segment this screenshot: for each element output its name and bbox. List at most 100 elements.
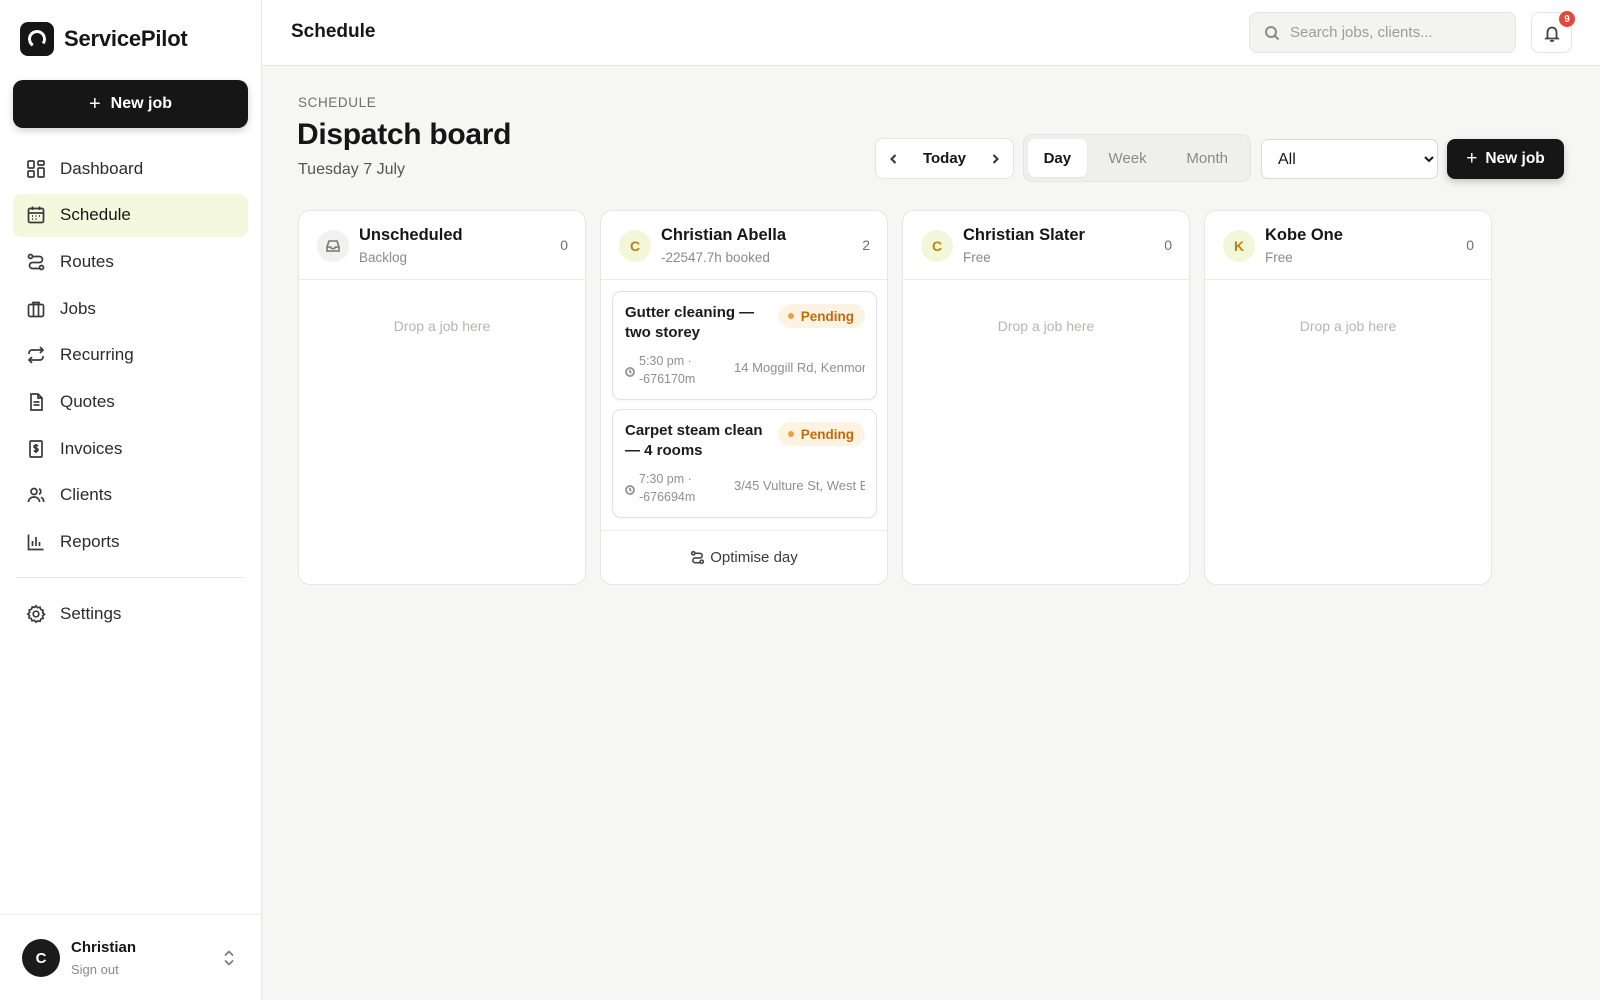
inbox-icon bbox=[317, 230, 349, 262]
topbar-title: Schedule bbox=[291, 21, 376, 42]
user-menu[interactable]: C Christian Sign out bbox=[0, 914, 261, 1000]
new-job-button[interactable]: + New job bbox=[1447, 139, 1564, 179]
column-subtitle: Free bbox=[963, 250, 991, 265]
avatar: C bbox=[22, 939, 60, 977]
sidebar-item-reports[interactable]: Reports bbox=[13, 521, 248, 564]
new-job-label: New job bbox=[1485, 150, 1545, 167]
page-date: Tuesday 7 July bbox=[298, 161, 406, 178]
status-label: Pending bbox=[800, 308, 854, 324]
optimise-day-button[interactable]: Optimise day bbox=[601, 530, 887, 584]
clock-icon bbox=[625, 482, 635, 495]
column-christian-abella: C Christian Abella -22547.7h booked 2 Gu… bbox=[600, 210, 888, 585]
sidebar-item-routes[interactable]: Routes bbox=[13, 240, 248, 283]
date-navigator: Today bbox=[875, 138, 1014, 179]
job-address: 3/45 Vulture St, West End bbox=[734, 478, 865, 493]
notifications-button[interactable]: 9 bbox=[1531, 11, 1575, 53]
plus-icon: + bbox=[1466, 148, 1478, 169]
sidebar-item-dashboard[interactable]: Dashboard bbox=[13, 147, 248, 190]
today-button[interactable]: Today bbox=[923, 150, 966, 167]
calendar-icon bbox=[25, 204, 47, 226]
chevron-right-icon bbox=[992, 153, 999, 164]
bell-icon bbox=[1543, 26, 1560, 42]
sidebar-item-label: Dashboard bbox=[60, 158, 144, 178]
routes-icon bbox=[691, 550, 705, 565]
chart-icon bbox=[25, 531, 47, 553]
chevron-up-down-icon bbox=[224, 950, 234, 966]
clock-icon bbox=[625, 364, 635, 377]
search-input[interactable] bbox=[1290, 24, 1490, 41]
sidebar-item-jobs[interactable]: Jobs bbox=[13, 287, 248, 330]
sidebar-item-label: Quotes bbox=[60, 391, 115, 411]
column-count: 2 bbox=[862, 237, 870, 253]
column-header: C Christian Slater Free 0 bbox=[903, 211, 1189, 280]
dashboard-icon bbox=[25, 158, 47, 180]
notification-count-badge: 9 bbox=[1559, 11, 1575, 27]
column-subtitle: -22547.7h booked bbox=[661, 250, 770, 265]
tab-month[interactable]: Month bbox=[1168, 139, 1246, 177]
settings-nav: Settings bbox=[13, 592, 248, 639]
job-time: 5:30 pm · -676170m bbox=[639, 354, 696, 386]
avatar: C bbox=[619, 230, 651, 262]
status-badge: Pending bbox=[777, 304, 865, 328]
column-title: Christian Abella bbox=[661, 226, 786, 244]
sidebar-item-schedule[interactable]: Schedule bbox=[13, 193, 248, 237]
sidebar-item-clients[interactable]: Clients bbox=[13, 474, 248, 517]
technician-filter-select[interactable]: All bbox=[1261, 139, 1438, 179]
column-christian-slater: C Christian Slater Free 0 Drop a job her… bbox=[902, 210, 1190, 585]
column-title: Kobe One bbox=[1265, 226, 1343, 244]
job-address: 14 Moggill Rd, Kenmore bbox=[734, 360, 865, 375]
page-eyebrow: SCHEDULE bbox=[298, 95, 377, 110]
column-header: Unscheduled Backlog 0 bbox=[299, 211, 585, 280]
document-icon bbox=[25, 391, 47, 413]
sidebar-item-recurring[interactable]: Recurring bbox=[13, 334, 248, 377]
status-dot-icon bbox=[787, 313, 794, 319]
column-header: K Kobe One Free 0 bbox=[1205, 211, 1491, 280]
sign-out-link[interactable]: Sign out bbox=[71, 962, 119, 977]
sidebar-item-settings[interactable]: Settings bbox=[13, 592, 248, 635]
repeat-icon bbox=[25, 344, 47, 366]
job-title: Carpet steam clean — 4 rooms bbox=[625, 422, 763, 459]
column-kobe-one: K Kobe One Free 0 Drop a job here bbox=[1204, 210, 1492, 585]
new-job-label: New job bbox=[110, 95, 173, 112]
column-subtitle: Free bbox=[1265, 250, 1293, 265]
sidebar-item-label: Jobs bbox=[60, 298, 96, 318]
chevron-left-icon bbox=[890, 153, 897, 164]
column-count: 0 bbox=[1164, 237, 1172, 253]
sidebar-item-label: Reports bbox=[60, 532, 120, 551]
job-time: 7:30 pm · -676694m bbox=[639, 472, 696, 504]
job-card[interactable]: Carpet steam clean — 4 rooms Pending 7:3… bbox=[612, 409, 877, 518]
job-title: Gutter cleaning — two storey bbox=[625, 304, 755, 341]
sidebar-item-label: Routes bbox=[60, 251, 114, 271]
gear-icon bbox=[25, 603, 47, 625]
avatar: C bbox=[921, 230, 953, 262]
column-count: 0 bbox=[560, 237, 568, 253]
sidebar-new-job-button[interactable]: + New job bbox=[13, 80, 248, 128]
app-name: ServicePilot bbox=[64, 26, 188, 51]
drop-zone[interactable]: Drop a job here bbox=[1205, 318, 1491, 334]
search-box[interactable] bbox=[1249, 12, 1516, 53]
brand[interactable]: ServicePilot bbox=[20, 22, 188, 56]
sidebar-item-label: Invoices bbox=[60, 438, 123, 458]
previous-day-button[interactable] bbox=[884, 149, 904, 169]
view-switcher: Day Week Month bbox=[1023, 134, 1251, 182]
column-title: Christian Slater bbox=[963, 226, 1085, 244]
next-day-button[interactable] bbox=[985, 149, 1005, 169]
drop-zone[interactable]: Drop a job here bbox=[903, 318, 1189, 334]
sidebar-item-invoices[interactable]: Invoices bbox=[13, 427, 248, 470]
tab-week[interactable]: Week bbox=[1087, 139, 1169, 177]
sidebar-item-label: Schedule bbox=[60, 205, 131, 225]
column-header: C Christian Abella -22547.7h booked 2 bbox=[601, 211, 887, 280]
status-label: Pending bbox=[800, 426, 854, 442]
sidebar-item-quotes[interactable]: Quotes bbox=[13, 380, 248, 423]
column-title: Unscheduled bbox=[359, 226, 463, 244]
avatar: K bbox=[1223, 230, 1255, 262]
job-card[interactable]: Gutter cleaning — two storey Pending 5:3… bbox=[612, 291, 877, 400]
sidebar: ServicePilot + New job Dashboard Schedul… bbox=[0, 0, 262, 1000]
column-subtitle: Backlog bbox=[359, 250, 408, 265]
drop-zone[interactable]: Drop a job here bbox=[299, 318, 585, 334]
tab-day[interactable]: Day bbox=[1028, 139, 1087, 177]
column-count: 0 bbox=[1466, 237, 1474, 253]
user-name: Christian bbox=[71, 939, 137, 956]
logo-icon bbox=[20, 22, 54, 56]
routes-icon bbox=[25, 251, 47, 273]
